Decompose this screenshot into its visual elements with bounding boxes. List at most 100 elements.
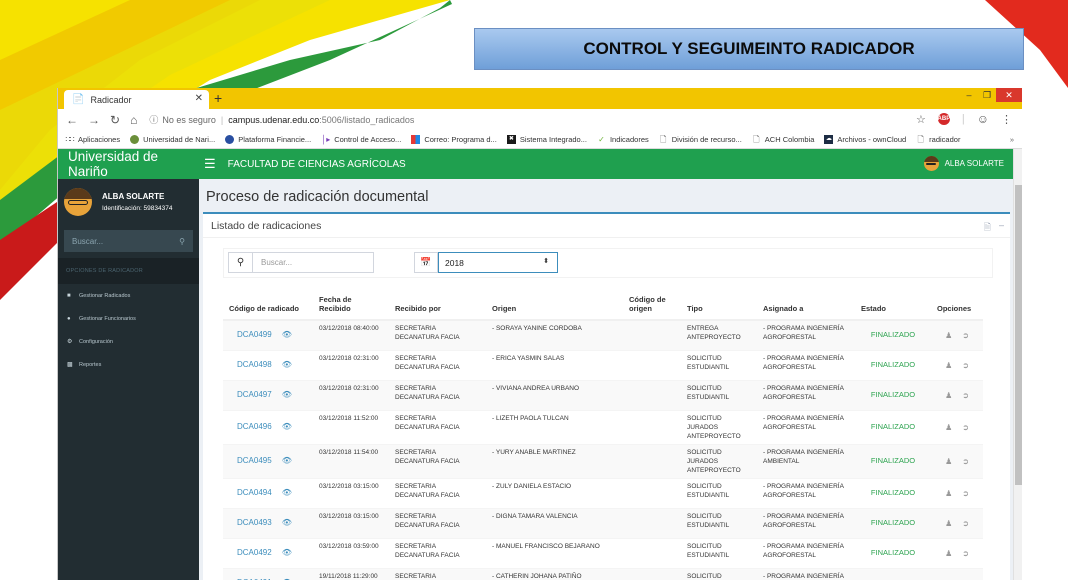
status-badge: FINALIZADO [870,390,916,399]
sidebar-item-gestionar-radicados[interactable]: ■ Gestionar Radicados [58,284,199,307]
radicado-code-link[interactable]: DCA0499 [237,330,272,339]
column-header[interactable]: Tipo [681,286,757,321]
radicado-code-link[interactable]: DCA0493 [237,518,272,527]
bookmark-sistema[interactable]: ✖ Sistema Integrado... [506,134,587,144]
eye-icon[interactable]: 👁 [282,330,292,339]
column-header[interactable]: Recibido por [389,286,486,321]
bookmark-correo[interactable]: Correo: Programa d... [411,134,497,144]
radicado-code-link[interactable]: DCA0496 [237,422,272,431]
bookmark-plataforma[interactable]: Plataforma Financie... [225,134,311,144]
bookmark-apps[interactable]: ∷∷ Aplicaciones [65,135,120,144]
radicado-code-link[interactable]: DCA0492 [237,548,272,557]
bookmark-control[interactable]: │▸ Control de Acceso... [321,135,401,144]
bookmark-indicadores[interactable]: ✓ Indicadores [597,135,649,144]
assign-user-icon[interactable]: ♟ [945,391,952,400]
cell-asignado: - PROGRAMA INGENIERÍA AGROFORESTAL [757,379,855,410]
assign-user-icon[interactable]: ♟ [945,361,952,370]
eye-icon[interactable]: 👁 [282,390,292,399]
forward-icon[interactable]: ➲ [962,519,969,528]
cell-estado: FINALIZADO [855,477,931,508]
forward-icon[interactable]: ➲ [962,391,969,400]
forward-icon[interactable]: ➲ [962,331,969,340]
forward-icon[interactable]: → [88,113,100,127]
column-header[interactable]: Origen [486,286,623,321]
eye-icon[interactable]: 👁 [282,518,292,527]
eye-icon[interactable]: 👁 [282,360,292,369]
assign-user-icon[interactable]: ♟ [945,423,952,432]
bookmarks-more-icon[interactable]: » [1010,135,1014,144]
bookmark-radicador[interactable]: 🗋 radicador [916,135,960,144]
search-icon[interactable]: ⚲ [179,237,185,246]
radicado-code-link[interactable]: DCA0494 [237,488,272,497]
star-icon[interactable]: ☆ [916,113,926,126]
bookmark-division[interactable]: 🗋 División de recurso... [659,135,742,144]
page-scrollbar[interactable] [1013,149,1022,580]
eye-icon[interactable]: 👁 [282,456,292,465]
eye-icon[interactable]: 👁 [282,548,292,557]
bookmark-label: Aplicaciones [78,134,121,144]
close-tab-icon[interactable]: ✕ [195,93,203,104]
user-menu[interactable]: ALBA SOLARTE [923,156,1004,171]
assign-user-icon[interactable]: ♟ [945,457,952,466]
cell-recibido-por: SECRETARIA DECANATURA FACIA [389,319,486,350]
forward-icon[interactable]: ➲ [962,361,969,370]
column-header[interactable]: Fecha de Recibido [313,286,389,321]
forward-icon[interactable]: ➲ [962,457,969,466]
radicado-code-link[interactable]: DCA0497 [237,390,272,399]
cell-code: DCA0495 👁 [223,443,313,478]
new-tab-button[interactable]: + [214,90,222,106]
radicado-code-link[interactable]: DCA0495 [237,456,272,465]
browser-tab[interactable]: 📄 Radicador ✕ [64,90,209,109]
assign-user-icon[interactable]: ♟ [945,519,952,528]
column-header[interactable]: Código de radicado [223,286,313,321]
info-icon[interactable]: ⓘ [149,113,158,126]
year-select[interactable]: 2018 ⬍ [438,252,558,273]
bookmark-ach[interactable]: 🗋 ACH Colombia [752,135,814,144]
cell-tipo: SOLICITUD JURADOS ANTEPROYECTO [681,409,757,444]
collapse-icon[interactable]: – [999,220,1004,236]
mail-icon [411,134,421,144]
forward-icon[interactable]: ➲ [962,549,969,558]
reload-icon[interactable]: ↻ [110,113,120,127]
forward-icon[interactable]: ➲ [962,489,969,498]
hamburger-menu-icon[interactable]: ☰ [204,156,216,172]
assign-user-icon[interactable]: ♟ [945,549,952,558]
account-icon[interactable]: ☺ [977,112,989,126]
export-file-icon[interactable]: 🗎 [984,220,991,236]
assign-user-icon[interactable]: ♟ [945,331,952,340]
adblock-icon[interactable]: ABP [938,113,950,125]
home-icon[interactable]: ⌂ [130,113,137,127]
close-window-icon[interactable]: ✕ [996,88,1022,102]
column-header[interactable]: Opciones [931,286,983,321]
back-icon[interactable]: ← [66,113,78,127]
column-header[interactable]: Estado [855,286,931,321]
column-header[interactable]: Código de origen [623,286,681,321]
web-app: Universidad de Nariño ☰ FACULTAD DE CIEN… [58,149,1014,580]
menu-icon[interactable]: ⋮ [1001,113,1012,126]
forward-icon[interactable]: ➲ [962,423,969,432]
restore-icon[interactable]: ❐ [978,88,996,102]
sidebar-item-reportes[interactable]: ▩ Reportes [58,353,199,376]
scrollbar-thumb[interactable] [1015,185,1022,485]
bookmark-universidad[interactable]: Universidad de Nari... [130,134,215,144]
filters-bar: ⚲ Buscar... 📅 2018 ⬍ [223,248,993,278]
cell-origen: - ERICA YASMIN SALAS [486,349,623,380]
search-input[interactable]: ⚲ Buscar... [228,252,374,273]
eye-icon[interactable]: 👁 [282,422,292,431]
column-header[interactable]: Asignado a [757,286,855,321]
brand-logo-text[interactable]: Universidad de Nariño [58,149,199,179]
url-field[interactable]: campus.udenar.edu.co:5006/listado_radica… [228,115,414,125]
search-placeholder: Buscar... [261,258,293,267]
sidebar-item-gestionar-funcionarios[interactable]: ● Gestionar Funcionarios [58,307,199,330]
bookmark-owncloud[interactable]: ☁ Archivos - ownCloud [824,134,906,144]
sidebar-search-input[interactable]: Buscar... ⚲ [64,230,193,252]
cell-estado: FINALIZADO [855,507,931,538]
sidebar-user-id: Identificación: 59834374 [102,204,173,212]
radicado-code-link[interactable]: DCA0498 [237,360,272,369]
eye-icon[interactable]: 👁 [282,488,292,497]
sidebar-item-configuracion[interactable]: ⚙ Configuración [58,330,199,353]
minimize-icon[interactable]: – [960,88,978,102]
cell-fecha: 03/12/2018 11:52:00 [313,409,389,444]
assign-user-icon[interactable]: ♟ [945,489,952,498]
security-label[interactable]: No es seguro [162,115,216,125]
